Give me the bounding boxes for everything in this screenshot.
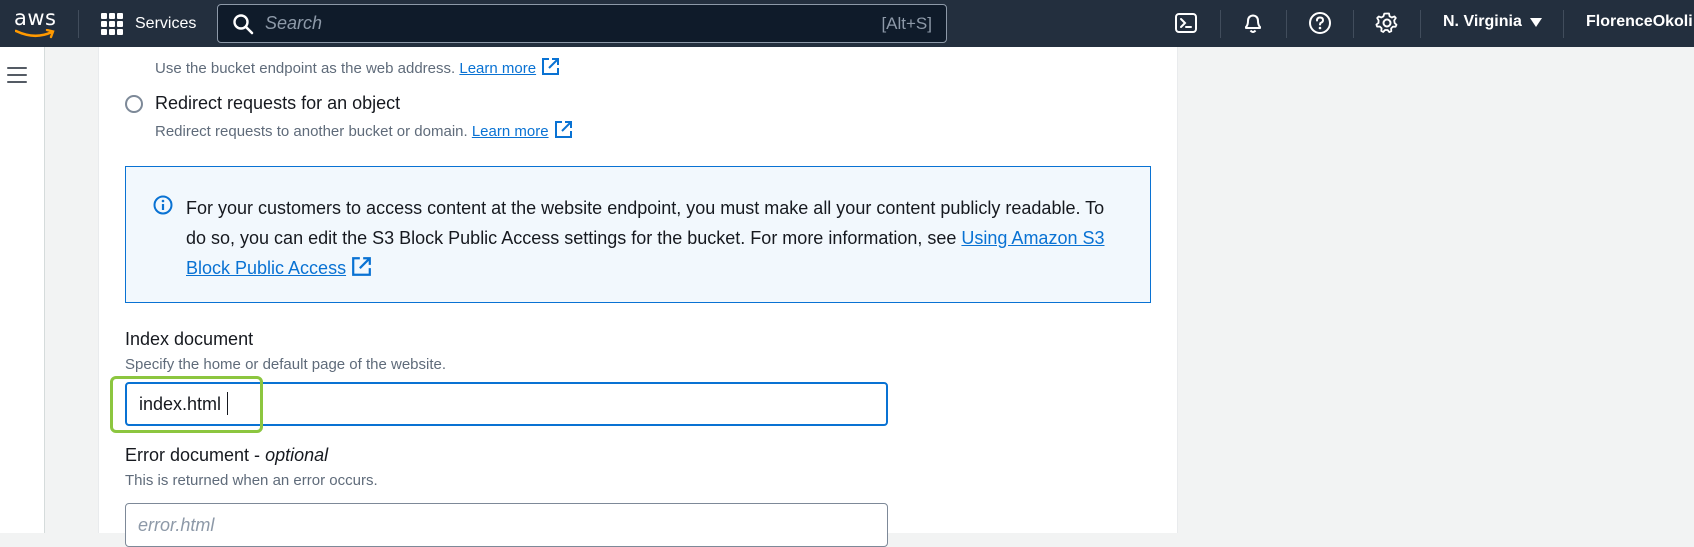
services-menu-button[interactable]: Services xyxy=(101,12,196,36)
info-alert-text: For your customers to access content at … xyxy=(186,193,1116,283)
nav-divider xyxy=(1286,10,1287,38)
nav-divider xyxy=(1353,10,1354,38)
external-link-icon[interactable] xyxy=(541,57,560,76)
redirect-desc-text: Redirect requests to another bucket or d… xyxy=(155,123,468,140)
search-icon xyxy=(233,13,254,34)
aws-smile-icon xyxy=(15,29,55,39)
optional-tag: optional xyxy=(265,445,329,465)
info-icon xyxy=(153,195,173,215)
nav-divider xyxy=(78,10,79,38)
aws-logo-text: aws xyxy=(14,6,57,30)
region-selector[interactable]: N. Virginia xyxy=(1443,13,1542,31)
host-website-desc-text: Use the bucket endpoint as the web addre… xyxy=(155,60,456,77)
aws-logo[interactable]: aws xyxy=(14,6,58,40)
settings-gear-icon[interactable] xyxy=(1375,11,1399,35)
external-link-icon[interactable] xyxy=(554,120,573,139)
learn-more-link[interactable]: Learn more xyxy=(459,60,536,77)
notifications-bell-icon[interactable] xyxy=(1241,11,1265,35)
external-link-icon[interactable] xyxy=(351,256,372,277)
region-label: N. Virginia xyxy=(1443,13,1522,30)
caret-down-icon xyxy=(1529,17,1542,27)
nav-divider xyxy=(1220,10,1221,38)
redirect-requests-radio[interactable] xyxy=(125,94,143,113)
error-document-description: This is returned when an error occurs. xyxy=(125,472,378,489)
grid-icon xyxy=(101,13,123,35)
learn-more-link[interactable]: Learn more xyxy=(472,123,549,140)
redirect-requests-label: Redirect requests for an object xyxy=(155,93,401,113)
error-document-label-text: Error document - xyxy=(125,445,261,465)
search-shortcut-hint: [Alt+S] xyxy=(881,13,932,33)
nav-divider xyxy=(1563,10,1564,38)
error-document-label: Error document - optional xyxy=(125,445,328,466)
redirect-requests-radio-option[interactable]: Redirect requests for an object xyxy=(125,93,400,114)
cloudshell-icon[interactable] xyxy=(1174,11,1198,35)
index-document-description: Specify the home or default page of the … xyxy=(125,356,447,373)
index-document-label: Index document xyxy=(125,329,254,349)
error-document-input[interactable] xyxy=(126,504,887,546)
search-bar[interactable]: [Alt+S] xyxy=(217,4,947,43)
redirect-description: Redirect requests to another bucket or d… xyxy=(155,120,573,140)
index-document-input[interactable] xyxy=(127,384,886,424)
nav-divider xyxy=(1420,10,1421,38)
top-navigation: aws Services [Alt+S] xyxy=(0,0,1694,47)
error-document-field[interactable] xyxy=(125,503,888,547)
info-alert: For your customers to access content at … xyxy=(125,166,1151,303)
search-input[interactable] xyxy=(265,13,882,34)
help-icon[interactable] xyxy=(1308,11,1332,35)
index-document-field[interactable] xyxy=(125,382,888,426)
side-navigation xyxy=(0,47,45,533)
hamburger-menu-icon[interactable] xyxy=(7,67,27,83)
host-website-description: Use the bucket endpoint as the web addre… xyxy=(155,57,560,77)
services-label: Services xyxy=(135,15,197,32)
text-cursor xyxy=(227,392,228,415)
account-menu[interactable]: FlorenceOkoli xyxy=(1586,13,1693,31)
